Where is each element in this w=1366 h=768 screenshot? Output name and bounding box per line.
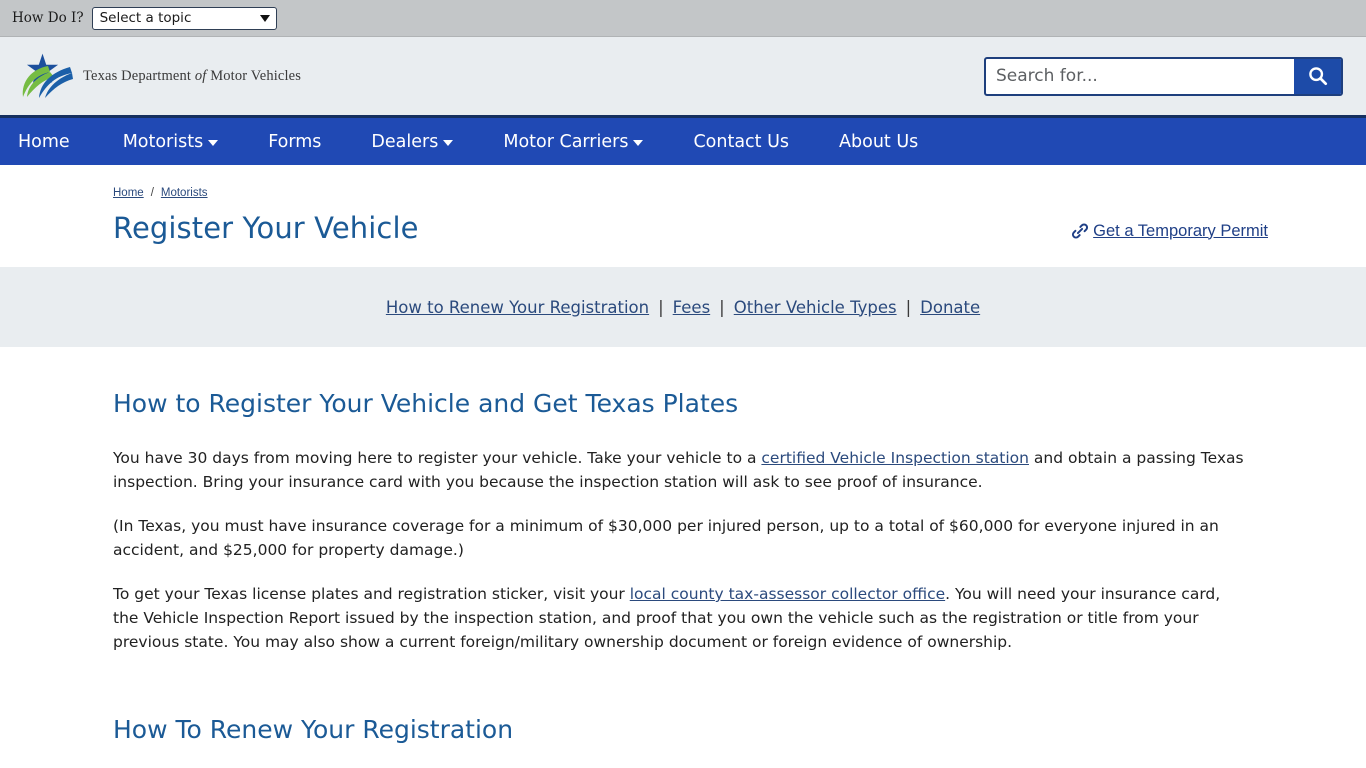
- link-certified-inspection-station[interactable]: certified Vehicle Inspection station: [761, 449, 1029, 467]
- nav-label: Dealers: [371, 131, 439, 152]
- search-icon: [1308, 67, 1327, 86]
- link-county-tax-assessor[interactable]: local county tax-assessor collector offi…: [630, 585, 945, 603]
- site-logo[interactable]: Texas Department of Motor Vehicles: [18, 53, 301, 99]
- page-title: Register Your Vehicle: [113, 211, 419, 245]
- search-button[interactable]: [1294, 58, 1341, 94]
- logo-text-italic: of: [194, 67, 207, 84]
- paragraph-plates-and-sticker: To get your Texas license plates and reg…: [113, 582, 1248, 654]
- subnav-link-donate[interactable]: Donate: [920, 298, 980, 317]
- breadcrumb-item-home[interactable]: Home: [113, 187, 144, 199]
- chevron-down-icon: [259, 14, 270, 22]
- subnav-link-fees[interactable]: Fees: [673, 298, 711, 317]
- main-navigation: Home Motorists Forms Dealers Motor Carri…: [0, 115, 1366, 165]
- breadcrumb: Home / Motorists: [113, 187, 1348, 199]
- paragraph-text: You have 30 days from moving here to reg…: [113, 449, 762, 467]
- subnav-links: How to Renew Your Registration | Fees | …: [386, 298, 980, 317]
- txdmv-logo-icon: [22, 53, 73, 98]
- nav-item-contact-us[interactable]: Contact Us: [668, 132, 814, 152]
- logo-wordmark: Texas Department of Motor Vehicles: [83, 68, 301, 85]
- nav-item-home[interactable]: Home: [18, 132, 98, 152]
- link-chain-icon: [1072, 223, 1089, 239]
- paragraph-inspection: You have 30 days from moving here to reg…: [113, 446, 1248, 494]
- chevron-down-icon: [633, 140, 644, 146]
- nav-label: Contact Us: [693, 131, 790, 152]
- utility-bar: How Do I? Select a topic: [0, 0, 1366, 37]
- site-header: Texas Department of Motor Vehicles: [0, 37, 1366, 115]
- topic-select-value: Select a topic: [99, 10, 192, 26]
- section-heading-renew: How To Renew Your Registration: [113, 715, 514, 744]
- nav-item-about-us[interactable]: About Us: [814, 132, 943, 152]
- how-do-i-label: How Do I?: [12, 10, 84, 26]
- logo-text-pre: Texas Department: [83, 67, 195, 84]
- topic-select-dropdown[interactable]: Select a topic: [91, 6, 277, 30]
- breadcrumb-row: Home / Motorists: [0, 165, 1366, 199]
- logo-text-post: Motor Vehicles: [206, 67, 302, 84]
- nav-label: Home: [18, 131, 70, 152]
- subnav-separator: |: [658, 297, 664, 317]
- nav-label: About Us: [839, 131, 919, 152]
- get-temporary-permit-link[interactable]: Get a Temporary Permit: [1070, 221, 1268, 241]
- nav-label: Motorists: [122, 131, 204, 152]
- breadcrumb-separator: /: [150, 187, 154, 199]
- paragraph-insurance-minimums: (In Texas, you must have insurance cover…: [113, 517, 1219, 559]
- nav-item-motor-carriers[interactable]: Motor Carriers: [478, 132, 668, 152]
- nav-item-forms[interactable]: Forms: [243, 132, 346, 152]
- section-heading-register: How to Register Your Vehicle and Get Tex…: [113, 389, 739, 418]
- chevron-down-icon: [208, 140, 219, 146]
- nav-label: Motor Carriers: [503, 131, 629, 152]
- nav-label: Forms: [268, 131, 322, 152]
- nav-item-motorists[interactable]: Motorists: [98, 132, 244, 152]
- subnav-band: How to Renew Your Registration | Fees | …: [0, 267, 1366, 347]
- subnav-separator: |: [719, 297, 725, 317]
- nav-item-dealers[interactable]: Dealers: [346, 132, 478, 152]
- search-box[interactable]: [984, 56, 1343, 96]
- search-input[interactable]: [986, 58, 1294, 94]
- main-content: How to Register Your Vehicle and Get Tex…: [0, 347, 1366, 744]
- paragraph-text: To get your Texas license plates and reg…: [113, 585, 630, 603]
- chevron-down-icon: [443, 140, 454, 146]
- subnav-link-how-to-renew[interactable]: How to Renew Your Registration: [386, 298, 649, 317]
- page-title-row: Register Your Vehicle Get a Temporary Pe…: [0, 211, 1366, 245]
- subnav-separator: |: [905, 297, 912, 317]
- permit-link-label: Get a Temporary Permit: [1093, 221, 1268, 240]
- subnav-link-other-vehicle-types[interactable]: Other Vehicle Types: [734, 298, 897, 317]
- breadcrumb-item-motorists[interactable]: Motorists: [161, 187, 208, 199]
